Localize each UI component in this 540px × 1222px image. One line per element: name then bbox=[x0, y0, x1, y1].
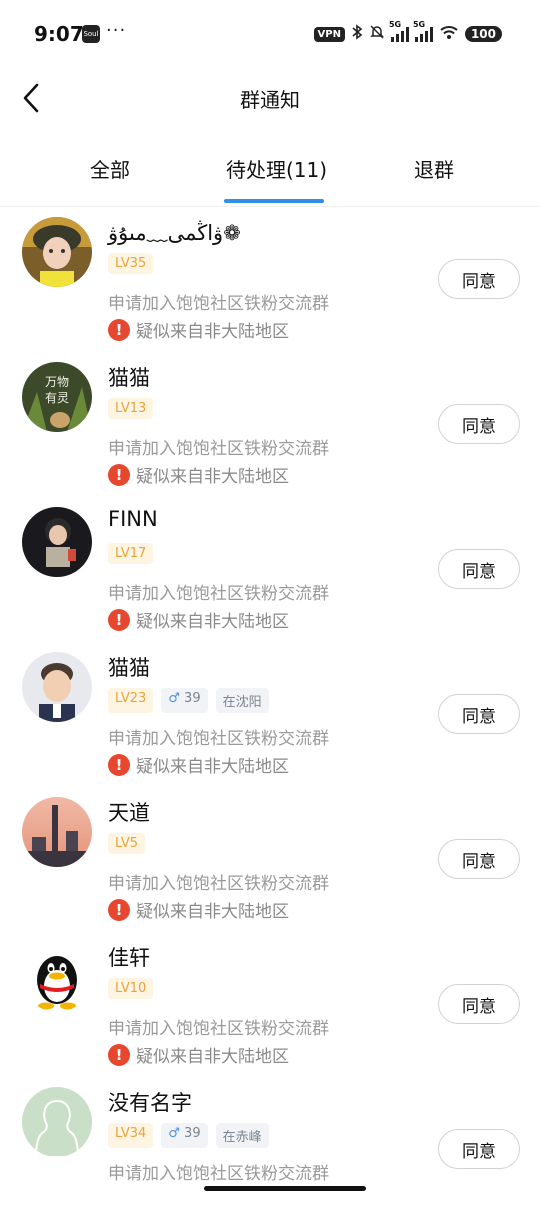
list-item: 佳轩 LV10 申请加入饱饱社区铁粉交流群 ! 疑似来自非大陆地区 同意 bbox=[0, 932, 540, 1077]
tab-bar: 全部 待处理(11) 退群 bbox=[0, 140, 540, 207]
region-warning: ! 疑似来自非大陆地区 bbox=[108, 462, 289, 487]
battery-icon: 100 bbox=[464, 26, 502, 42]
location-badge: 在赤峰 bbox=[215, 1123, 269, 1148]
page-title: 群通知 bbox=[240, 88, 300, 112]
request-text: 申请加入饱饱社区铁粉交流群 bbox=[108, 439, 329, 459]
request-text: 申请加入饱饱社区铁粉交流群 bbox=[108, 1164, 329, 1184]
region-warning: ! 疑似来自非大陆地区 bbox=[108, 752, 289, 777]
user-tags: LV17 bbox=[108, 543, 154, 564]
warning-icon: ! bbox=[108, 753, 130, 776]
avatar-art-text-line1: 万物 bbox=[45, 375, 69, 389]
list-item: FINN LV17 申请加入饱饱社区铁粉交流群 ! 疑似来自非大陆地区 同意 bbox=[0, 497, 540, 642]
more-notifications-icon: ··· bbox=[106, 20, 127, 41]
location-badge: 在沈阳 bbox=[215, 688, 269, 713]
level-badge: LV23 bbox=[108, 688, 154, 713]
user-name: 猫猫 bbox=[108, 656, 150, 680]
mute-bell-icon bbox=[369, 24, 385, 44]
region-warning: ! 疑似来自非大陆地区 bbox=[108, 317, 289, 342]
age-text: 39 bbox=[184, 1126, 201, 1141]
male-icon: ♂ bbox=[168, 691, 180, 706]
age-text: 39 bbox=[184, 691, 201, 706]
avatar[interactable] bbox=[22, 652, 92, 722]
user-name: 佳轩 bbox=[108, 946, 150, 970]
agree-button[interactable]: 同意 bbox=[438, 984, 520, 1024]
user-tags: LV23 ♂ 39 在沈阳 bbox=[108, 688, 269, 713]
level-badge: LV13 bbox=[108, 398, 154, 419]
network-type-2: 5G bbox=[412, 20, 426, 29]
level-badge: LV35 bbox=[108, 253, 154, 274]
level-badge: LV5 bbox=[108, 833, 145, 854]
warning-icon: ! bbox=[108, 898, 130, 921]
list-item: ۋاڭمى﹏مىۇۋ❁ LV35 申请加入饱饱社区铁粉交流群 ! 疑似来自非大陆… bbox=[0, 207, 540, 352]
request-text: 申请加入饱饱社区铁粉交流群 bbox=[108, 584, 329, 604]
level-badge: LV34 bbox=[108, 1123, 154, 1148]
user-tags: LV35 bbox=[108, 253, 154, 274]
avatar[interactable] bbox=[22, 797, 92, 867]
nav-header: 群通知 bbox=[0, 70, 540, 128]
wifi-icon bbox=[439, 24, 459, 44]
region-warning: ! 疑似来自非大陆地区 bbox=[108, 897, 289, 922]
user-name: 没有名字 bbox=[108, 1091, 192, 1115]
avatar[interactable] bbox=[22, 217, 92, 287]
agree-button[interactable]: 同意 bbox=[438, 839, 520, 879]
bluetooth-icon bbox=[351, 24, 363, 44]
tab-indicator bbox=[224, 199, 324, 203]
avatar[interactable] bbox=[22, 942, 92, 1012]
avatar[interactable] bbox=[22, 507, 92, 577]
agree-button[interactable]: 同意 bbox=[438, 404, 520, 444]
user-tags: LV5 bbox=[108, 833, 145, 854]
signal-2-icon: 5G bbox=[413, 20, 433, 42]
warning-text: 疑似来自非大陆地区 bbox=[136, 757, 289, 777]
request-text: 申请加入饱饱社区铁粉交流群 bbox=[108, 294, 329, 314]
vpn-icon: VPN bbox=[313, 26, 345, 42]
warning-icon: ! bbox=[108, 608, 130, 631]
soul-app-icon: Soul bbox=[82, 25, 100, 43]
avatar[interactable] bbox=[22, 1087, 92, 1157]
warning-text: 疑似来自非大陆地区 bbox=[136, 467, 289, 487]
level-badge: LV10 bbox=[108, 978, 154, 999]
agree-button[interactable]: 同意 bbox=[438, 549, 520, 589]
agree-button[interactable]: 同意 bbox=[438, 694, 520, 734]
tab-all[interactable]: 全部 bbox=[90, 154, 130, 183]
tab-left-group[interactable]: 退群 bbox=[414, 154, 454, 183]
gender-age-badge: ♂ 39 bbox=[161, 688, 208, 713]
user-name: FINN bbox=[108, 507, 158, 531]
user-name: ۋاڭمى﹏مىۇۋ❁ bbox=[108, 221, 241, 245]
warning-icon: ! bbox=[108, 1043, 130, 1066]
network-type-1: 5G bbox=[388, 20, 402, 29]
list-item: 猫猫 LV23 ♂ 39 在沈阳 申请加入饱饱社区铁粉交流群 ! 疑似来自非大陆… bbox=[0, 642, 540, 787]
list-item: 没有名字 LV34 ♂ 39 在赤峰 申请加入饱饱社区铁粉交流群 同意 bbox=[0, 1077, 540, 1222]
status-icons: VPN 5G 5G 100 bbox=[313, 20, 502, 44]
request-text: 申请加入饱饱社区铁粉交流群 bbox=[108, 1019, 329, 1039]
warning-text: 疑似来自非大陆地区 bbox=[136, 1047, 289, 1067]
home-indicator[interactable] bbox=[204, 1186, 366, 1191]
warning-text: 疑似来自非大陆地区 bbox=[136, 612, 289, 632]
agree-button[interactable]: 同意 bbox=[438, 259, 520, 299]
status-time: 9:07 bbox=[34, 22, 84, 46]
warning-icon: ! bbox=[108, 318, 130, 341]
warning-icon: ! bbox=[108, 463, 130, 486]
user-name: 猫猫 bbox=[108, 366, 150, 390]
region-warning: ! 疑似来自非大陆地区 bbox=[108, 1042, 289, 1067]
user-tags: LV13 bbox=[108, 398, 154, 419]
tab-pending[interactable]: 待处理(11) bbox=[226, 154, 327, 183]
region-warning: ! 疑似来自非大陆地区 bbox=[108, 607, 289, 632]
warning-text: 疑似来自非大陆地区 bbox=[136, 322, 289, 342]
avatar-art-text-line2: 有灵 bbox=[45, 391, 69, 405]
status-bar: 9:07 Soul ··· VPN 5G 5G 100 bbox=[0, 0, 540, 70]
agree-button[interactable]: 同意 bbox=[438, 1129, 520, 1169]
user-tags: LV10 bbox=[108, 978, 154, 999]
user-tags: LV34 ♂ 39 在赤峰 bbox=[108, 1123, 269, 1148]
list-item: 万物 有灵 猫猫 LV13 申请加入饱饱社区铁粉交流群 ! 疑似来自非大陆地区 … bbox=[0, 352, 540, 497]
request-text: 申请加入饱饱社区铁粉交流群 bbox=[108, 729, 329, 749]
level-badge: LV17 bbox=[108, 543, 154, 564]
avatar[interactable]: 万物 有灵 bbox=[22, 362, 92, 432]
signal-1-icon: 5G bbox=[389, 20, 409, 42]
request-text: 申请加入饱饱社区铁粉交流群 bbox=[108, 874, 329, 894]
warning-text: 疑似来自非大陆地区 bbox=[136, 902, 289, 922]
male-icon: ♂ bbox=[168, 1126, 180, 1141]
gender-age-badge: ♂ 39 bbox=[161, 1123, 208, 1148]
user-name: 天道 bbox=[108, 801, 150, 825]
list-item: 天道 LV5 申请加入饱饱社区铁粉交流群 ! 疑似来自非大陆地区 同意 bbox=[0, 787, 540, 932]
